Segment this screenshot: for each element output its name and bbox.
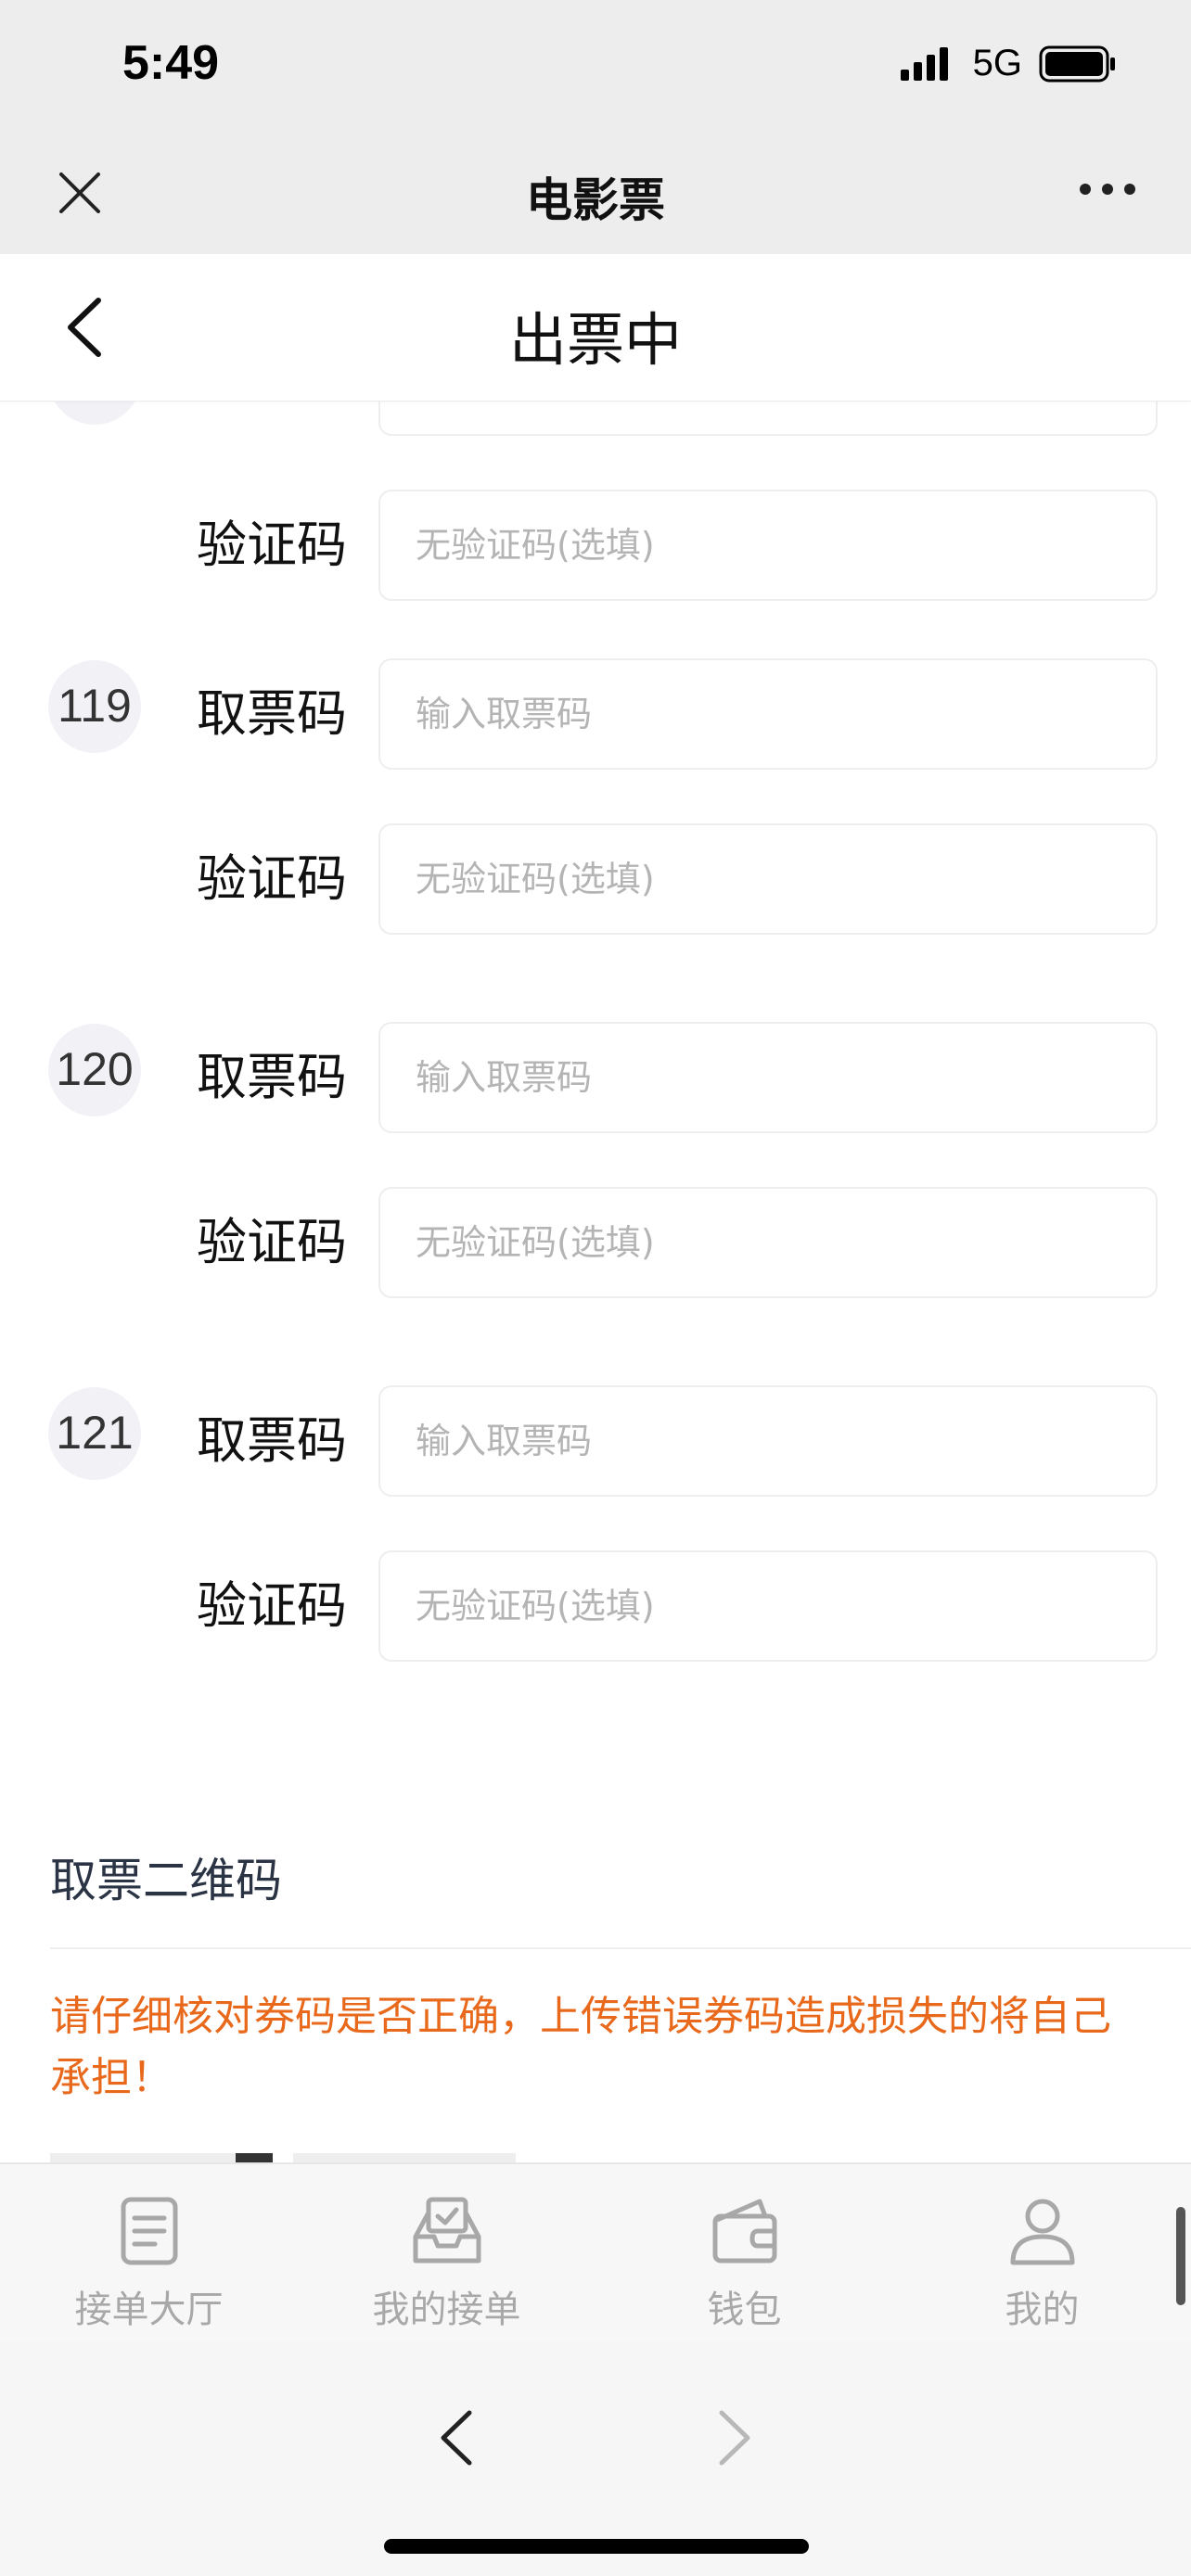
tab-label: 我的接单 xyxy=(372,2289,521,2331)
pickup-code-input[interactable] xyxy=(378,401,1158,436)
inbox-check-icon xyxy=(413,2197,480,2264)
battery-icon xyxy=(1039,45,1115,82)
wallet-icon xyxy=(712,2199,776,2264)
mini-program-title: 电影票 xyxy=(526,173,665,227)
divider xyxy=(50,1947,1191,1949)
verify-code-label: 验证码 xyxy=(197,1213,347,1271)
network-type: 5G xyxy=(972,43,1022,83)
tab-my-orders[interactable]: 我的接单 xyxy=(298,2164,596,2344)
warning-text: 请仔细核对券码是否正确，上传错误券码造成损失的将自己承担！ xyxy=(50,1993,1111,2101)
pickup-code-input[interactable] xyxy=(378,1385,1158,1497)
pickup-code-label: 取票码 xyxy=(197,1411,347,1470)
tab-order-hall[interactable]: 接单大厅 xyxy=(0,2164,298,2344)
verify-code-label: 验证码 xyxy=(197,849,347,908)
pickup-code-label: 取票码 xyxy=(197,1048,347,1106)
tab-label: 钱包 xyxy=(707,2289,782,2331)
ticket-number-badge: 119 xyxy=(48,660,141,753)
pickup-code-input[interactable] xyxy=(378,658,1158,770)
nav-back-icon[interactable] xyxy=(432,2407,480,2468)
pickup-code-label: 取票码 xyxy=(197,401,347,436)
status-time: 5:49 xyxy=(122,36,220,90)
verify-code-label: 验证码 xyxy=(197,516,347,574)
ticket-number-badge: 120 xyxy=(48,1024,141,1116)
page-header: 出票中 xyxy=(0,254,1191,402)
document-list-icon xyxy=(121,2197,177,2265)
user-icon xyxy=(1010,2199,1074,2265)
verify-code-input[interactable] xyxy=(378,823,1158,935)
status-indicators: 5G xyxy=(899,43,1117,84)
ticket-number-badge: 118 xyxy=(48,401,141,425)
tab-wallet[interactable]: 钱包 xyxy=(596,2164,893,2344)
mini-program-bar: 电影票 xyxy=(0,130,1191,254)
verify-code-label: 验证码 xyxy=(197,1576,347,1635)
qr-upload-area[interactable] xyxy=(50,2153,516,2162)
browser-nav-bar xyxy=(0,2342,1191,2576)
scrollbar-thumb[interactable] xyxy=(1176,2207,1185,2305)
ticket-number-badge: 121 xyxy=(48,1387,141,1480)
tab-bar: 接单大厅 我的接单 钱包 我的 xyxy=(0,2162,1191,2344)
verify-code-input[interactable] xyxy=(378,1187,1158,1298)
qr-section-title: 取票二维码 xyxy=(50,1854,282,1907)
tab-profile[interactable]: 我的 xyxy=(893,2164,1191,2344)
tab-label: 接单大厅 xyxy=(74,2289,224,2331)
more-options-icon[interactable] xyxy=(1080,184,1135,195)
signal-icon xyxy=(900,46,948,81)
page-title: 出票中 xyxy=(508,306,682,374)
ticket-code-form: 118 取票码 验证码 119 取票码 验证码 120 取票码 验证码 121 … xyxy=(0,401,1191,2162)
home-indicator xyxy=(384,2539,809,2554)
pickup-code-label: 取票码 xyxy=(197,684,347,743)
pickup-code-input[interactable] xyxy=(378,1022,1158,1133)
verify-code-input[interactable] xyxy=(378,1550,1158,1662)
tab-label: 我的 xyxy=(1005,2289,1080,2331)
nav-forward-icon[interactable] xyxy=(711,2407,759,2468)
verify-code-input[interactable] xyxy=(378,490,1158,601)
status-bar: 5:49 5G xyxy=(0,0,1191,130)
